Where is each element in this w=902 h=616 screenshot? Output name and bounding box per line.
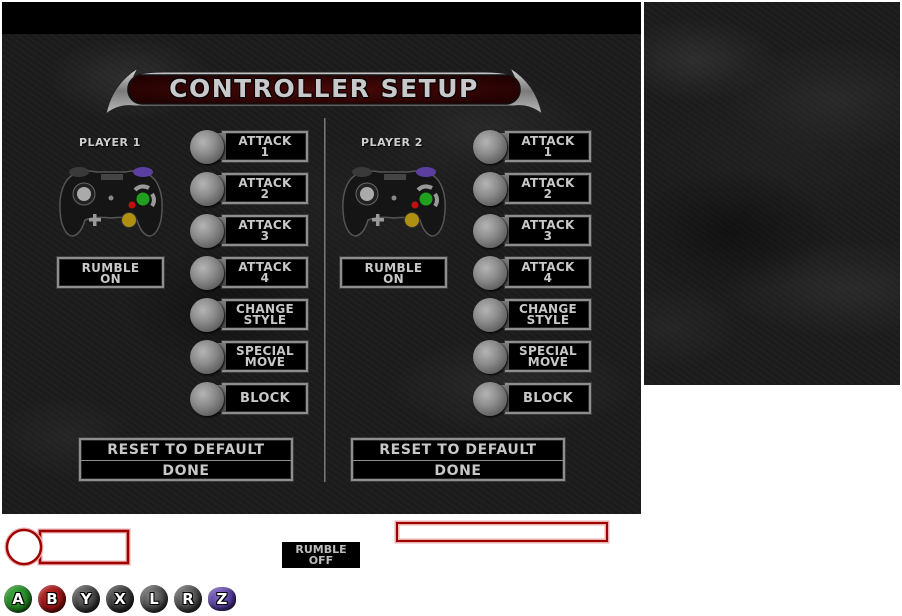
r-button-icon: R xyxy=(174,585,202,613)
binding-label-2: 4 xyxy=(543,270,553,285)
selection-highlight-icon xyxy=(4,527,131,567)
rumble-toggle-player-2[interactable]: RUMBLE ON xyxy=(340,257,447,288)
binding-label: BLOCK xyxy=(523,391,573,406)
b-button-icon: B xyxy=(38,585,66,613)
controller-setup-screen: CONTROLLER SETUP PLAYER 1 RUMBLE ON ATTA… xyxy=(2,2,641,514)
binding-label: BLOCK xyxy=(240,391,290,406)
binding-block-player-2[interactable]: BLOCK xyxy=(473,382,593,416)
binding-label-2: MOVE xyxy=(244,354,286,369)
binding-change-style-player-2[interactable]: CHANGE STYLE xyxy=(473,298,593,332)
button-slot-knob[interactable] xyxy=(190,382,224,416)
button-slot-knob[interactable] xyxy=(190,256,224,290)
binding-attack-3-player-2[interactable]: ATTACK 3 xyxy=(473,214,593,248)
title-banner: CONTROLLER SETUP xyxy=(104,64,544,118)
binding-special-move-player-2[interactable]: SPECIAL MOVE xyxy=(473,340,593,374)
button-slot-knob[interactable] xyxy=(190,130,224,164)
done-button[interactable]: DONE xyxy=(353,461,563,481)
rumble-state: OFF xyxy=(308,554,334,567)
button-slot-knob[interactable] xyxy=(473,130,507,164)
button-slot-knob[interactable] xyxy=(190,172,224,206)
rumble-state: ON xyxy=(383,272,404,286)
button-slot-knob[interactable] xyxy=(473,382,507,416)
button-slot-knob[interactable] xyxy=(473,214,507,248)
rumble-state: ON xyxy=(100,272,121,286)
binding-special-move-player-1[interactable]: SPECIAL MOVE xyxy=(190,340,310,374)
binding-change-style-player-1[interactable]: CHANGE STYLE xyxy=(190,298,310,332)
player-2-label: PLAYER 2 xyxy=(361,136,423,149)
button-slot-knob[interactable] xyxy=(473,256,507,290)
l-button-icon: L xyxy=(140,585,168,613)
gamecube-controller-icon xyxy=(59,167,163,237)
top-black-bar xyxy=(2,2,641,34)
x-button-icon: X xyxy=(106,585,134,613)
a-button-icon: A xyxy=(4,585,32,613)
binding-attack-1-player-1[interactable]: ATTACK 1 xyxy=(190,130,310,164)
button-slot-knob[interactable] xyxy=(473,298,507,332)
button-slot-knob[interactable] xyxy=(473,172,507,206)
background-texture-tile xyxy=(644,2,900,385)
binding-label-2: 3 xyxy=(543,228,553,243)
binding-label-2: STYLE xyxy=(526,312,570,327)
binding-label-2: STYLE xyxy=(243,312,287,327)
button-slot-knob[interactable] xyxy=(473,340,507,374)
binding-attack-4-player-1[interactable]: ATTACK 4 xyxy=(190,256,310,290)
binding-attack-1-player-2[interactable]: ATTACK 1 xyxy=(473,130,593,164)
binding-label-2: 2 xyxy=(543,186,553,201)
binding-label-2: 2 xyxy=(260,186,270,201)
gamecube-controller-icon xyxy=(342,167,446,237)
rumble-off-sprite: RUMBLE OFF xyxy=(282,542,360,568)
binding-attack-4-player-2[interactable]: ATTACK 4 xyxy=(473,256,593,290)
binding-label-2: 1 xyxy=(260,144,270,159)
binding-attack-3-player-1[interactable]: ATTACK 3 xyxy=(190,214,310,248)
reset-done-panel-player-1: RESET TO DEFAULT DONE xyxy=(79,438,293,481)
button-slot-knob[interactable] xyxy=(190,298,224,332)
binding-label-2: MOVE xyxy=(527,354,569,369)
rumble-toggle-player-1[interactable]: RUMBLE ON xyxy=(57,257,164,288)
wide-selection-highlight-icon xyxy=(394,520,610,544)
button-slot-knob[interactable] xyxy=(190,340,224,374)
binding-label-2: 1 xyxy=(543,144,553,159)
y-button-icon: Y xyxy=(72,585,100,613)
player-1-label: PLAYER 1 xyxy=(79,136,141,149)
binding-attack-2-player-2[interactable]: ATTACK 2 xyxy=(473,172,593,206)
done-button[interactable]: DONE xyxy=(81,461,291,481)
reset-done-panel-player-2: RESET TO DEFAULT DONE xyxy=(351,438,565,481)
binding-label-2: 3 xyxy=(260,228,270,243)
button-slot-knob[interactable] xyxy=(190,214,224,248)
z-button-icon: Z xyxy=(208,587,236,611)
binding-attack-2-player-1[interactable]: ATTACK 2 xyxy=(190,172,310,206)
reset-to-default-button[interactable]: RESET TO DEFAULT xyxy=(353,440,563,460)
binding-block-player-1[interactable]: BLOCK xyxy=(190,382,310,416)
player-divider xyxy=(324,118,326,482)
binding-label-2: 4 xyxy=(260,270,270,285)
screen-title: CONTROLLER SETUP xyxy=(169,74,479,103)
reset-to-default-button[interactable]: RESET TO DEFAULT xyxy=(81,440,291,460)
